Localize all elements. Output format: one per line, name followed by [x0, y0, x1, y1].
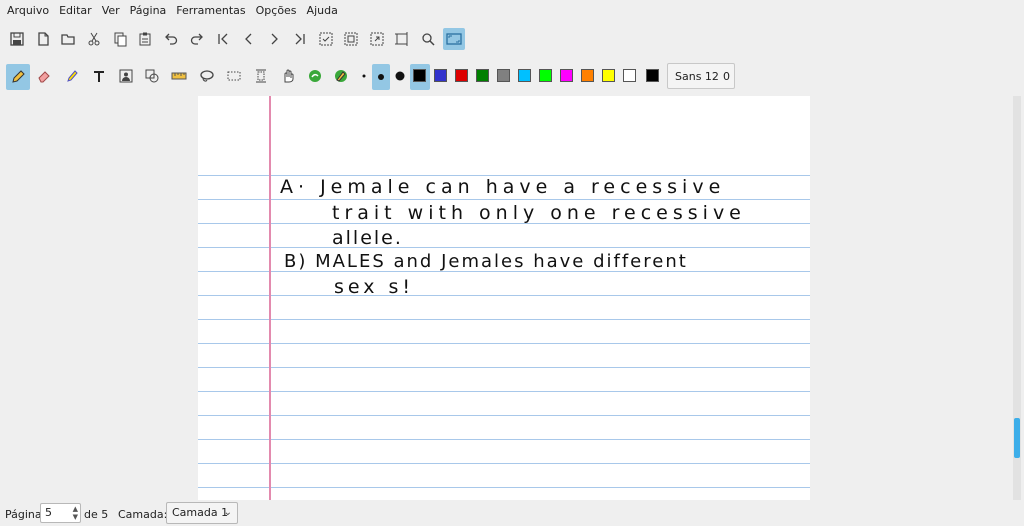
handwriting-line-1: A· Jemale can have a recessive [280, 176, 726, 198]
new-document-icon[interactable] [32, 28, 54, 50]
font-name: Sans 12 [675, 69, 719, 83]
ruled-line [198, 439, 810, 440]
color-orange[interactable] [581, 69, 594, 82]
layer-label: Camada: [118, 508, 168, 521]
vertical-scrollbar[interactable] [1013, 96, 1021, 500]
menu-ferramentas[interactable]: Ferramentas [171, 0, 250, 22]
menu-pagina[interactable]: Página [125, 0, 172, 22]
scrollbar-thumb[interactable] [1014, 418, 1020, 458]
color-magenta[interactable] [560, 69, 573, 82]
journal-page[interactable]: A· Jemale can have a recessive trait wit… [198, 96, 810, 500]
cut-icon[interactable] [83, 28, 105, 50]
ruled-line [198, 367, 810, 368]
menu-arquivo[interactable]: Arquivo [2, 0, 54, 22]
fullscreen-icon[interactable] [391, 28, 413, 50]
page-number: 5 [45, 506, 52, 519]
font-button[interactable]: Sans 12 0 [667, 63, 735, 89]
image-icon[interactable] [115, 65, 137, 87]
pen-size-thick[interactable] [389, 65, 411, 87]
layer-select[interactable]: Camada 1 ⌄ [166, 502, 238, 524]
ruled-line [198, 343, 810, 344]
hand-icon[interactable] [277, 65, 299, 87]
vertical-space-icon[interactable] [250, 65, 272, 87]
highlighter-icon[interactable] [61, 65, 83, 87]
color-custom[interactable] [646, 69, 659, 82]
chevron-down-icon: ⌄ [223, 507, 232, 518]
zoom-width-icon[interactable] [340, 28, 362, 50]
pen-icon[interactable] [6, 64, 30, 90]
main-toolbar [0, 28, 1024, 52]
default-tool-icon[interactable] [330, 65, 352, 87]
ruled-line [198, 487, 810, 488]
ruled-line [198, 415, 810, 416]
color-light-green[interactable] [539, 69, 552, 82]
handwriting-line-3: allele. [332, 227, 403, 249]
pen-size-medium[interactable] [372, 64, 390, 90]
shape-recognizer-icon[interactable] [304, 65, 326, 87]
first-page-icon[interactable] [212, 28, 234, 50]
color-green[interactable] [476, 69, 489, 82]
redo-icon[interactable] [186, 28, 208, 50]
lasso-icon[interactable] [196, 65, 218, 87]
color-black[interactable] [413, 69, 426, 82]
color-light-blue[interactable] [518, 69, 531, 82]
color-gray[interactable] [497, 69, 510, 82]
tools-toolbar [0, 62, 1024, 90]
color-blue[interactable] [434, 69, 447, 82]
save-icon[interactable] [6, 28, 28, 50]
handwriting-line-4: B) MALES and Jemales have different [284, 251, 688, 272]
page-total: de 5 [84, 508, 109, 521]
menu-editar[interactable]: Editar [54, 0, 97, 22]
zoom-fit-icon[interactable] [315, 28, 337, 50]
eraser-icon[interactable] [33, 65, 55, 87]
color-white[interactable] [623, 69, 636, 82]
font-size: 0 [723, 69, 730, 83]
handwriting-line-2: trait with only one recessive [332, 202, 746, 224]
ruled-line [198, 199, 810, 200]
previous-page-icon[interactable] [238, 28, 260, 50]
next-page-icon[interactable] [263, 28, 285, 50]
margin-line [269, 96, 271, 500]
ruled-line [198, 319, 810, 320]
rect-select-icon[interactable] [223, 65, 245, 87]
menu-opcoes[interactable]: Opções [251, 0, 302, 22]
ruled-line [198, 391, 810, 392]
ruled-line [198, 247, 810, 248]
color-yellow[interactable] [602, 69, 615, 82]
ruled-line [198, 463, 810, 464]
last-page-icon[interactable] [289, 28, 311, 50]
spin-arrows-icon[interactable]: ▲ ▼ [73, 505, 78, 521]
zoom-select-icon[interactable] [366, 28, 388, 50]
ruled-line [198, 295, 810, 296]
open-folder-icon[interactable] [57, 28, 79, 50]
layer-value: Camada 1 [172, 506, 229, 519]
color-red[interactable] [455, 69, 468, 82]
menu-ver[interactable]: Ver [97, 0, 125, 22]
shapes-icon[interactable] [141, 65, 163, 87]
ruler-icon[interactable] [168, 65, 190, 87]
menubar: Arquivo Editar Ver Página Ferramentas Op… [0, 0, 1024, 22]
paste-icon[interactable] [134, 28, 156, 50]
copy-icon[interactable] [109, 28, 131, 50]
presentation-icon[interactable] [443, 28, 465, 50]
page-label: Página [5, 508, 42, 521]
zoom-icon[interactable] [417, 28, 439, 50]
text-icon[interactable] [88, 65, 110, 87]
page-spinbox[interactable]: 5 ▲ ▼ [40, 503, 81, 523]
undo-icon[interactable] [160, 28, 182, 50]
menu-ajuda[interactable]: Ajuda [302, 0, 343, 22]
handwriting-line-5: sex s! [334, 276, 415, 298]
